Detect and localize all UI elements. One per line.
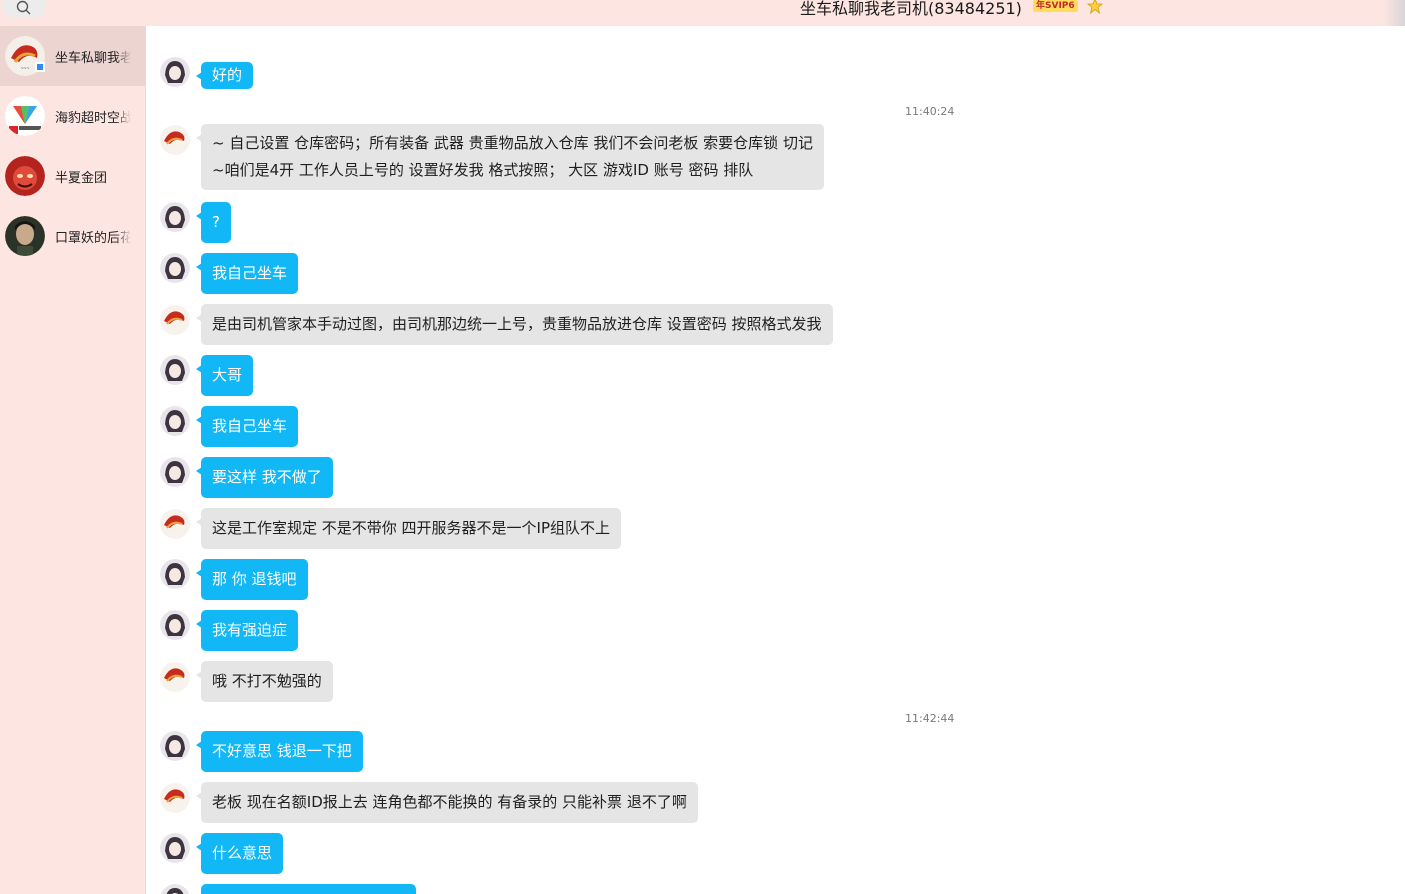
girl-avatar	[160, 202, 190, 232]
conversation-item[interactable]: 口罩妖的后花园	[0, 206, 146, 266]
contact-avatar[interactable]	[160, 125, 190, 155]
svg-text:~~~: ~~~	[21, 66, 30, 72]
conversation-name: 海豹超时空战队	[55, 111, 131, 126]
qq-chat-window: 坐车私聊我老司机(83484251) 年SVIP6 ~~~ 坐车私聊我老司机	[0, 0, 1405, 894]
girl-avatar	[160, 610, 190, 640]
conversation-list: ~~~ 坐车私聊我老司机 海豹超时空战队	[0, 26, 146, 894]
my-avatar[interactable]	[160, 253, 190, 283]
message-timestamp: 11:42:44	[905, 712, 955, 725]
message-bubble[interactable]: 什么意思	[195, 833, 284, 874]
avatar	[5, 156, 45, 196]
girl-avatar	[160, 457, 190, 487]
my-avatar[interactable]	[160, 884, 190, 894]
my-avatar[interactable]	[160, 57, 190, 87]
message-bubble[interactable]: 是由司机管家本手动过图，由司机那边统一上号，贵重物品放进仓库 设置密码 按照格式…	[196, 304, 833, 345]
red-gold-logo-avatar	[160, 783, 190, 813]
title-bar: 坐车私聊我老司机(83484251) 年SVIP6	[0, 0, 1405, 26]
my-avatar[interactable]	[160, 559, 190, 589]
contact-avatar[interactable]	[160, 509, 190, 539]
message-bubble[interactable]: 不好意思 钱退一下把	[196, 731, 363, 772]
contact-avatar[interactable]	[160, 662, 190, 692]
search-icon	[16, 0, 31, 15]
my-avatar[interactable]	[160, 355, 190, 385]
my-avatar[interactable]	[160, 457, 190, 487]
search-button[interactable]	[2, 0, 46, 18]
star-icon[interactable]	[1087, 0, 1103, 14]
red-gold-logo-avatar	[160, 125, 190, 155]
conversation-name: 口罩妖的后花园	[55, 231, 131, 246]
message-bubble[interactable]: 大哥	[195, 355, 254, 396]
message-timestamp: 11:40:24	[905, 105, 955, 118]
girl-avatar	[160, 406, 190, 436]
red-gold-logo-avatar	[160, 662, 190, 692]
message-bubble[interactable]: 我有强迫症	[195, 610, 299, 651]
girl-avatar	[160, 559, 190, 589]
status-badge	[35, 62, 45, 72]
message-bubble[interactable]: 老板 现在名额ID报上去 连角色都不能换的 有备录的 只能补票 退不了啊	[196, 782, 698, 823]
avatar	[5, 96, 45, 136]
my-avatar[interactable]	[160, 406, 190, 436]
window-edge	[1384, 0, 1405, 26]
contact-avatar[interactable]	[160, 305, 190, 335]
conversation-item[interactable]: 半夏金团	[0, 146, 146, 206]
message-bubble[interactable]: 好的	[195, 62, 254, 89]
conversation-item[interactable]: 海豹超时空战队	[0, 86, 146, 146]
message-bubble[interactable]: 要这样 我不做了	[196, 457, 333, 498]
message-bubble[interactable]: 那 你 退钱吧	[196, 559, 308, 600]
message-bubble[interactable]: 这是工作室规定 不是不带你 四开服务器不是一个IP组队不上	[195, 508, 622, 549]
message-bubble[interactable]: 我自己坐车	[195, 253, 299, 294]
my-avatar[interactable]	[160, 833, 190, 863]
girl-avatar	[160, 884, 190, 894]
conversation-name: 坐车私聊我老司机	[55, 51, 131, 66]
girl-avatar	[160, 57, 190, 87]
message-bubble[interactable]: ~ 自己设置 仓库密码；所有装备 武器 贵重物品放入仓库 我们不会问老板 索要仓…	[196, 124, 824, 190]
avatar	[5, 216, 45, 256]
message-bubble[interactable]: 我自己坐车	[195, 406, 299, 447]
conversation-item[interactable]: ~~~ 坐车私聊我老司机	[0, 26, 146, 86]
my-avatar[interactable]	[160, 202, 190, 232]
diamond-logo-avatar	[5, 96, 45, 136]
chat-title[interactable]: 坐车私聊我老司机(83484251)	[800, 0, 1022, 19]
girl-avatar	[160, 731, 190, 761]
person-photo-avatar	[5, 216, 45, 256]
girl-avatar	[160, 253, 190, 283]
my-avatar[interactable]	[160, 610, 190, 640]
red-gold-logo-avatar	[160, 305, 190, 335]
girl-avatar	[160, 355, 190, 385]
vip-badge[interactable]: 年SVIP6	[1033, 0, 1078, 12]
conversation-name: 半夏金团	[55, 171, 108, 186]
red-gold-logo-avatar	[160, 509, 190, 539]
message-bubble[interactable]	[201, 884, 416, 894]
contact-avatar[interactable]	[160, 783, 190, 813]
message-bubble[interactable]: ?	[196, 202, 231, 243]
girl-avatar	[160, 833, 190, 863]
message-area[interactable]: 好的 11:40:24 ~ 自己设置 仓库密码；所有装备 武器 贵重物品放入仓库…	[146, 26, 1405, 894]
message-bubble[interactable]: 哦 不打不勉强的	[196, 661, 333, 702]
red-character-avatar	[5, 156, 45, 196]
my-avatar[interactable]	[160, 731, 190, 761]
